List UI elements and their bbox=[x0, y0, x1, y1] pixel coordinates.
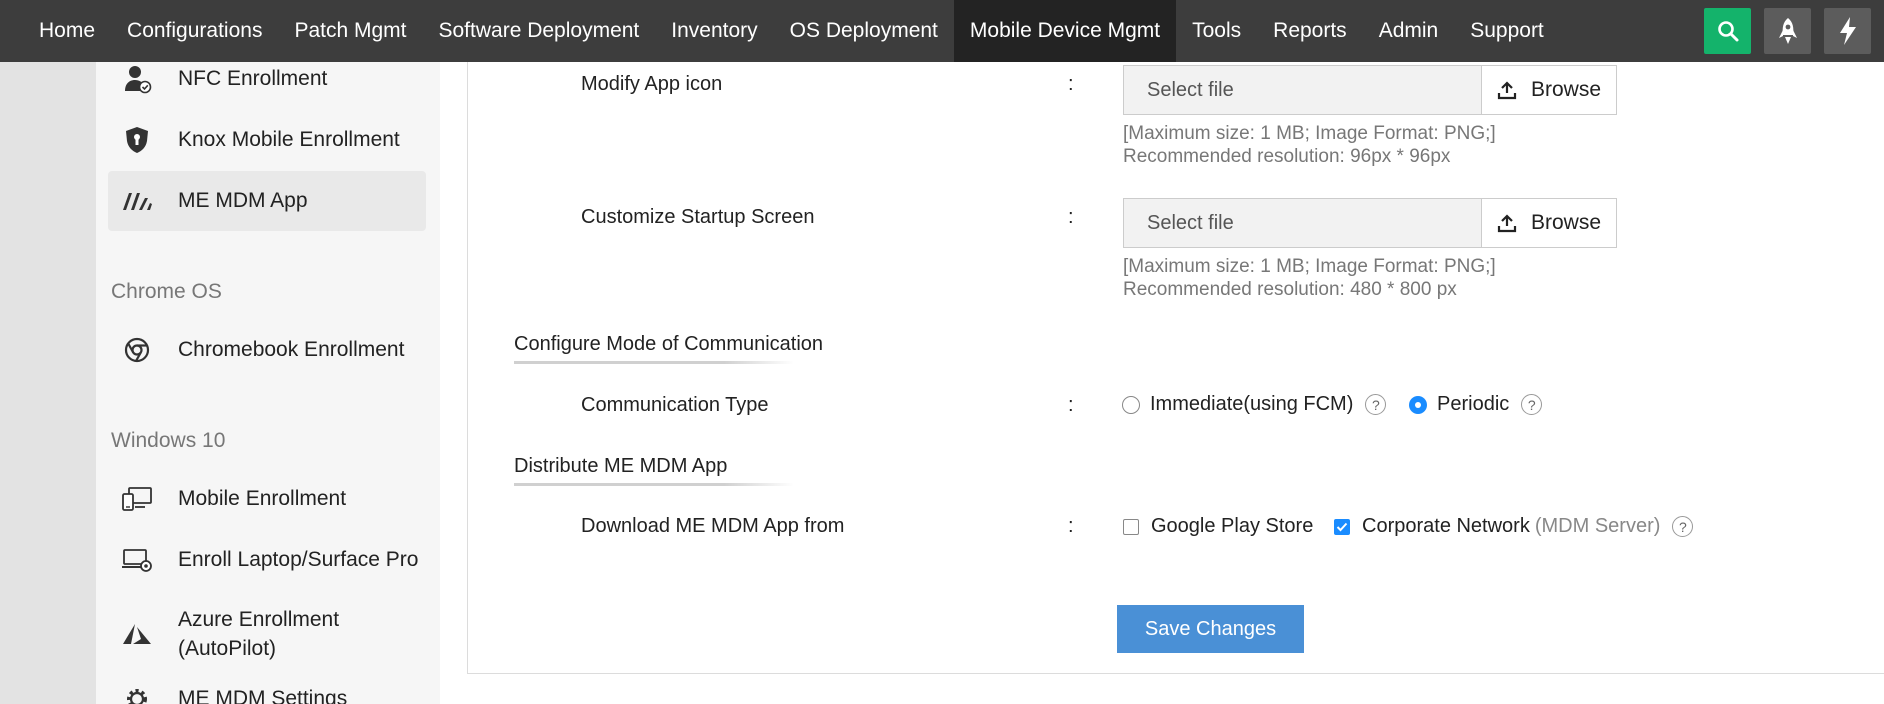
section-divider bbox=[514, 361, 794, 364]
colon: : bbox=[1068, 206, 1074, 228]
sidebar-item-label: Chromebook Enrollment bbox=[178, 338, 405, 361]
sidebar-item-label-line2: (AutoPilot) bbox=[178, 637, 277, 660]
modify-app-icon-label: Modify App icon bbox=[581, 73, 723, 95]
sidebar-item-label: Azure Enrollment (AutoPilot) bbox=[178, 605, 339, 663]
help-icon[interactable]: ? bbox=[1521, 394, 1543, 415]
hint-line-1: [Maximum size: 1 MB; Image Format: PNG;] bbox=[1123, 256, 1496, 277]
download-source-label: Download ME MDM App from bbox=[581, 515, 845, 537]
section-divider bbox=[514, 483, 794, 486]
sidebar-item-label: ME MDM App bbox=[178, 189, 308, 212]
nav-configurations[interactable]: Configurations bbox=[111, 0, 278, 62]
gear-icon bbox=[120, 682, 154, 704]
checkmark-icon bbox=[1336, 522, 1348, 531]
quick-launch-button[interactable] bbox=[1764, 8, 1811, 54]
hint-line-1: [Maximum size: 1 MB; Image Format: PNG;] bbox=[1123, 123, 1496, 144]
nav-inventory[interactable]: Inventory bbox=[655, 0, 773, 62]
sidebar-item-azure-enrollment[interactable]: Azure Enrollment (AutoPilot) bbox=[108, 599, 426, 669]
periodic-radio[interactable] bbox=[1409, 395, 1427, 414]
user-check-icon bbox=[120, 62, 154, 96]
nav-patch-mgmt[interactable]: Patch Mgmt bbox=[278, 0, 422, 62]
devices-icon bbox=[120, 482, 154, 516]
search-button[interactable] bbox=[1704, 8, 1751, 54]
sidebar-item-me-mdm-app[interactable]: ME MDM App bbox=[108, 171, 426, 231]
quick-actions-button[interactable] bbox=[1824, 8, 1871, 54]
modify-app-icon-hint: [Maximum size: 1 MB; Image Format: PNG;]… bbox=[1123, 122, 1496, 168]
save-changes-button[interactable]: Save Changes bbox=[1117, 605, 1304, 653]
nav-mobile-device-mgmt[interactable]: Mobile Device Mgmt bbox=[953, 0, 1177, 62]
top-navigation-bar: Home Configurations Patch Mgmt Software … bbox=[0, 0, 1884, 62]
startup-screen-file-upload: Browse bbox=[1123, 198, 1617, 248]
communication-periodic-option[interactable]: Periodic ? bbox=[1409, 393, 1543, 416]
nav-software-deployment[interactable]: Software Deployment bbox=[423, 0, 656, 62]
azure-icon bbox=[120, 617, 154, 651]
laptop-gear-icon bbox=[120, 543, 154, 577]
knox-shield-icon bbox=[120, 123, 154, 157]
help-icon[interactable]: ? bbox=[1672, 516, 1694, 537]
sidebar-item-mobile-enrollment[interactable]: Mobile Enrollment bbox=[108, 469, 426, 529]
left-gutter bbox=[0, 62, 96, 704]
sidebar-item-knox-mobile-enrollment[interactable]: Knox Mobile Enrollment bbox=[108, 110, 426, 170]
sidebar-item-chromebook-enrollment[interactable]: Chromebook Enrollment bbox=[108, 320, 426, 380]
periodic-label: Periodic bbox=[1437, 393, 1510, 415]
nav-reports[interactable]: Reports bbox=[1257, 0, 1363, 62]
sidebar-item-me-mdm-settings[interactable]: ME MDM Settings bbox=[108, 669, 426, 704]
browse-label: Browse bbox=[1530, 211, 1602, 234]
distribute-section-title: Distribute ME MDM App bbox=[514, 455, 728, 477]
sidebar-item-label: NFC Enrollment bbox=[178, 67, 328, 90]
google-play-label: Google Play Store bbox=[1151, 515, 1314, 537]
communication-type-label: Communication Type bbox=[581, 394, 769, 416]
nav-support[interactable]: Support bbox=[1454, 0, 1560, 62]
sidebar-item-label: Enroll Laptop/Surface Pro bbox=[178, 548, 419, 571]
lightning-icon bbox=[1839, 17, 1856, 45]
sidebar-item-label: Mobile Enrollment bbox=[178, 487, 347, 510]
nav-tools[interactable]: Tools bbox=[1176, 0, 1257, 62]
corporate-network-checkbox[interactable] bbox=[1334, 518, 1350, 535]
corporate-network-suffix: (MDM Server) bbox=[1534, 515, 1661, 537]
colon: : bbox=[1068, 515, 1074, 537]
me-mdm-logo-icon bbox=[120, 184, 154, 218]
sidebar-heading-windows-10: Windows 10 bbox=[111, 429, 226, 452]
search-icon bbox=[1717, 21, 1738, 42]
sidebar-item-nfc-enrollment[interactable]: NFC Enrollment bbox=[108, 62, 426, 109]
rocket-icon bbox=[1778, 18, 1797, 44]
modify-app-icon-browse-button[interactable]: Browse bbox=[1481, 66, 1616, 114]
upload-icon bbox=[1497, 81, 1517, 100]
help-icon[interactable]: ? bbox=[1365, 394, 1387, 415]
sidebar-item-enroll-laptop[interactable]: Enroll Laptop/Surface Pro bbox=[108, 530, 426, 590]
sidebar-item-label: ME MDM Settings bbox=[178, 687, 348, 704]
google-play-checkbox[interactable] bbox=[1123, 518, 1139, 535]
upload-icon bbox=[1497, 214, 1517, 233]
customize-startup-screen-label: Customize Startup Screen bbox=[581, 206, 815, 228]
chrome-icon bbox=[120, 333, 154, 367]
startup-screen-file-input[interactable] bbox=[1124, 199, 1481, 247]
nav-os-deployment[interactable]: OS Deployment bbox=[774, 0, 954, 62]
corporate-network-option[interactable]: Corporate Network (MDM Server) ? bbox=[1334, 515, 1694, 538]
sidebar-item-label-line1: Azure Enrollment bbox=[178, 608, 340, 631]
hint-line-2: Recommended resolution: 480 * 800 px bbox=[1123, 279, 1457, 300]
communication-immediate-option[interactable]: Immediate(using FCM) ? bbox=[1122, 393, 1387, 416]
sidebar-item-label: Knox Mobile Enrollment bbox=[178, 128, 400, 151]
sidebar-heading-chrome-os: Chrome OS bbox=[111, 280, 222, 303]
hint-line-2: Recommended resolution: 96px * 96px bbox=[1123, 146, 1451, 167]
colon: : bbox=[1068, 73, 1074, 95]
google-play-store-option[interactable]: Google Play Store bbox=[1123, 515, 1313, 538]
communication-section-title: Configure Mode of Communication bbox=[514, 333, 824, 355]
immediate-label: Immediate(using FCM) bbox=[1150, 393, 1354, 415]
modify-app-icon-file-input[interactable] bbox=[1124, 66, 1481, 114]
corporate-network-label: Corporate Network bbox=[1362, 515, 1530, 537]
colon: : bbox=[1068, 394, 1074, 416]
modify-app-icon-file-upload: Browse bbox=[1123, 65, 1617, 115]
immediate-radio[interactable] bbox=[1122, 395, 1140, 414]
nav-home[interactable]: Home bbox=[0, 0, 111, 62]
startup-screen-hint: [Maximum size: 1 MB; Image Format: PNG;]… bbox=[1123, 255, 1496, 301]
startup-screen-browse-button[interactable]: Browse bbox=[1481, 199, 1616, 247]
nav-admin[interactable]: Admin bbox=[1363, 0, 1455, 62]
sidebar: NFC Enrollment Knox Mobile Enrollment ME… bbox=[96, 62, 440, 704]
browse-label: Browse bbox=[1530, 78, 1602, 101]
